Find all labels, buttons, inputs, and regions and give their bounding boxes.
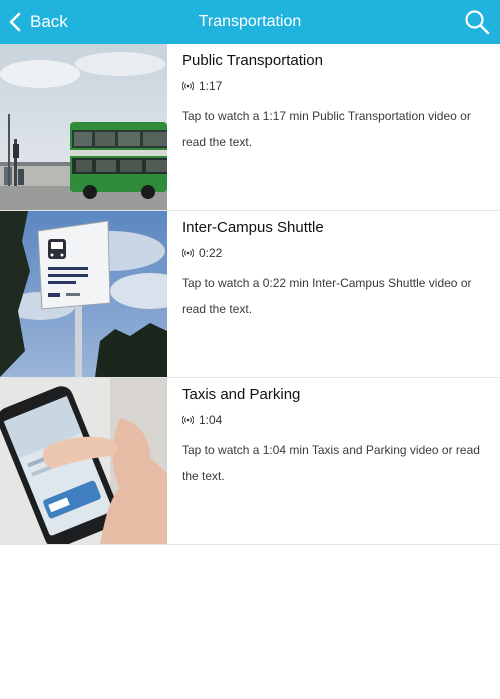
search-icon[interactable] (464, 9, 490, 35)
item-info: Public Transportation 1:17 Tap to watch … (182, 52, 486, 155)
item-description: Tap to watch a 1:17 min Public Transport… (182, 109, 471, 149)
duration-text: 0:22 (199, 246, 223, 260)
list-item-taxis-and-parking[interactable]: Taxis and Parking 1:04 Tap to watch a 1:… (0, 378, 500, 545)
item-duration: 1:17 (182, 79, 486, 93)
list-item-public-transportation[interactable]: Public Transportation 1:17 Tap to watch … (0, 44, 500, 211)
broadcast-icon (182, 415, 194, 425)
back-label: Back (30, 12, 68, 31)
item-title: Public Transportation (182, 52, 323, 69)
duration-text: 1:17 (199, 79, 223, 93)
broadcast-icon (182, 248, 194, 258)
item-duration: 1:04 (182, 413, 486, 427)
chevron-left-icon (9, 12, 21, 32)
item-info: Taxis and Parking 1:04 Tap to watch a 1:… (182, 386, 486, 489)
item-duration: 0:22 (182, 246, 486, 260)
shuttle-bus-sign-photo (0, 211, 167, 377)
phone-in-hand-photo (0, 378, 167, 544)
item-title: Inter-Campus Shuttle (182, 219, 324, 236)
duration-text: 1:04 (199, 413, 223, 427)
back-button[interactable]: Back (8, 0, 68, 44)
video-list: Public Transportation 1:17 Tap to watch … (0, 44, 500, 545)
broadcast-icon (182, 81, 194, 91)
bus-photo (0, 44, 167, 210)
item-description: Tap to watch a 0:22 min Inter-Campus Shu… (182, 276, 472, 316)
nav-bar: Back Transportation (0, 0, 500, 44)
item-info: Inter-Campus Shuttle 0:22 Tap to watch a… (182, 219, 486, 322)
item-title: Taxis and Parking (182, 386, 301, 403)
item-description: Tap to watch a 1:04 min Taxis and Parkin… (182, 443, 480, 483)
list-item-inter-campus-shuttle[interactable]: Inter-Campus Shuttle 0:22 Tap to watch a… (0, 211, 500, 378)
page-title: Transportation (198, 13, 302, 30)
